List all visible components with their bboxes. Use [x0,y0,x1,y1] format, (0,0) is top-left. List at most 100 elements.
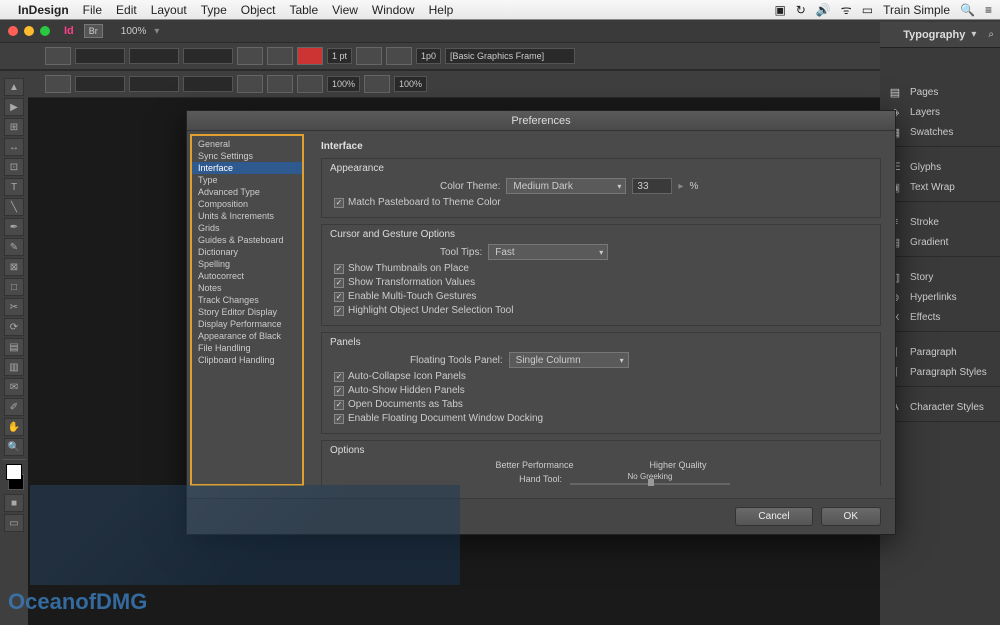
flip-h[interactable] [267,47,293,65]
search-icon[interactable]: ⌕ [988,29,994,40]
flip-v[interactable] [267,75,293,93]
pencil-tool[interactable]: ✎ [4,238,24,256]
pref-cat-notes[interactable]: Notes [192,282,302,294]
stroke-weight[interactable]: 1 pt [327,48,352,64]
opacity[interactable]: 100% [327,76,360,92]
pref-cat-autocorrect[interactable]: Autocorrect [192,270,302,282]
y-field[interactable] [75,76,125,92]
pref-cat-guides[interactable]: Guides & Pasteboard [192,234,302,246]
rotate[interactable] [237,47,263,65]
panel-gradient[interactable]: ▤Gradient [880,232,1000,252]
cancel-button[interactable]: Cancel [735,507,812,526]
pref-cat-general[interactable]: General [192,138,302,150]
pct2[interactable]: 100% [394,76,427,92]
corners[interactable] [364,75,390,93]
hand-tool-slider[interactable] [570,483,730,485]
gradient-feather-tool[interactable]: ▥ [4,358,24,376]
close-window[interactable] [8,26,18,36]
docking-checkbox[interactable]: ✓Enable Floating Document Window Docking [334,413,872,424]
x-field[interactable] [75,48,125,64]
display-icon[interactable]: ▣ [774,3,785,17]
hand-tool[interactable]: ✋ [4,418,24,436]
maximize-window[interactable] [40,26,50,36]
apply-color[interactable]: ■ [4,494,24,512]
transformation-checkbox[interactable]: ✓Show Transformation Values [334,277,872,288]
page-tool[interactable]: ⊞ [4,118,24,136]
pref-cat-composition[interactable]: Composition [192,198,302,210]
w-field[interactable] [129,48,179,64]
menu-object[interactable]: Object [241,3,276,17]
menubar-label[interactable]: Train Simple [883,3,950,17]
zoom-tool[interactable]: 🔍 [4,438,24,456]
panel-story[interactable]: ▥Story [880,267,1000,287]
gap-tool[interactable]: ↔ [4,138,24,156]
panel-effects[interactable]: fxEffects [880,307,1000,327]
pref-cat-display[interactable]: Display Performance [192,318,302,330]
panel-character-styles[interactable]: ACharacter Styles [880,397,1000,417]
pref-cat-interface[interactable]: Interface [192,162,302,174]
scale-x[interactable] [183,48,233,64]
menu-table[interactable]: Table [289,3,318,17]
tabs-checkbox[interactable]: ✓Open Documents as Tabs [334,399,872,410]
h-field[interactable] [129,76,179,92]
pref-cat-black[interactable]: Appearance of Black [192,330,302,342]
pref-cat-clipboard[interactable]: Clipboard Handling [192,354,302,366]
multitouch-checkbox[interactable]: ✓Enable Multi-Touch Gestures [334,291,872,302]
pref-cat-adv-type[interactable]: Advanced Type [192,186,302,198]
pref-cat-sync[interactable]: Sync Settings [192,150,302,162]
ref-point[interactable] [45,47,71,65]
minimize-window[interactable] [24,26,34,36]
menu-window[interactable]: Window [372,3,415,17]
fill-color[interactable] [6,464,22,480]
workspace-selector[interactable]: Typography ▾ ⌕ [880,22,1000,48]
ref-point-2[interactable] [45,75,71,93]
menu-layout[interactable]: Layout [151,3,187,17]
panel-paragraph[interactable]: ¶Paragraph [880,342,1000,362]
panel-stroke[interactable]: ≡Stroke [880,212,1000,232]
ok-button[interactable]: OK [821,507,881,526]
pref-cat-type[interactable]: Type [192,174,302,186]
autoshow-checkbox[interactable]: ✓Auto-Show Hidden Panels [334,385,872,396]
note-tool[interactable]: ✉ [4,378,24,396]
stroke-swatch[interactable] [297,75,323,93]
panel-layers[interactable]: ◈Layers [880,102,1000,122]
menu-view[interactable]: View [332,3,358,17]
pref-cat-track[interactable]: Track Changes [192,294,302,306]
pref-cat-story-editor[interactable]: Story Editor Display [192,306,302,318]
pen-tool[interactable]: ✒ [4,218,24,236]
notifications-icon[interactable]: ≡ [985,3,992,17]
highlight-checkbox[interactable]: ✓Highlight Object Under Selection Tool [334,305,872,316]
effects[interactable] [356,47,382,65]
pref-cat-units[interactable]: Units & Increments [192,210,302,222]
panel-swatches[interactable]: ▦Swatches [880,122,1000,142]
pref-cat-dictionary[interactable]: Dictionary [192,246,302,258]
rectangle-frame-tool[interactable]: ⊠ [4,258,24,276]
menu-help[interactable]: Help [429,3,454,17]
theme-pct-field[interactable]: 33 [632,178,672,194]
spotlight-icon[interactable]: 🔍 [960,3,975,17]
thumbnails-checkbox[interactable]: ✓Show Thumbnails on Place [334,263,872,274]
panel-text-wrap[interactable]: ▣Text Wrap [880,177,1000,197]
autocollapse-checkbox[interactable]: ✓Auto-Collapse Icon Panels [334,371,872,382]
zoom-level[interactable]: 100% [121,26,147,37]
panel-paragraph-styles[interactable]: ¶Paragraph Styles [880,362,1000,382]
free-transform-tool[interactable]: ⟳ [4,318,24,336]
screen-mode[interactable]: ▭ [4,514,24,532]
scale-y[interactable] [183,76,233,92]
type-tool[interactable]: T [4,178,24,196]
gradient-swatch-tool[interactable]: ▤ [4,338,24,356]
tool-tips-dropdown[interactable]: Fast [488,244,608,260]
panel-glyphs[interactable]: ÆGlyphs [880,157,1000,177]
bridge-button[interactable]: Br [84,24,103,38]
rectangle-tool[interactable]: □ [4,278,24,296]
fill-swatch[interactable] [297,47,323,65]
pref-category-list[interactable]: General Sync Settings Interface Type Adv… [190,134,304,486]
pref-cat-spelling[interactable]: Spelling [192,258,302,270]
pref-cat-file[interactable]: File Handling [192,342,302,354]
line-tool[interactable]: ╲ [4,198,24,216]
sync-icon[interactable]: ↻ [796,3,806,17]
panel-pages[interactable]: ▤Pages [880,82,1000,102]
zoom-dropdown-icon[interactable]: ▾ [154,26,159,37]
color-theme-dropdown[interactable]: Medium Dark [506,178,626,194]
selection-tool[interactable]: ▲ [4,78,24,96]
